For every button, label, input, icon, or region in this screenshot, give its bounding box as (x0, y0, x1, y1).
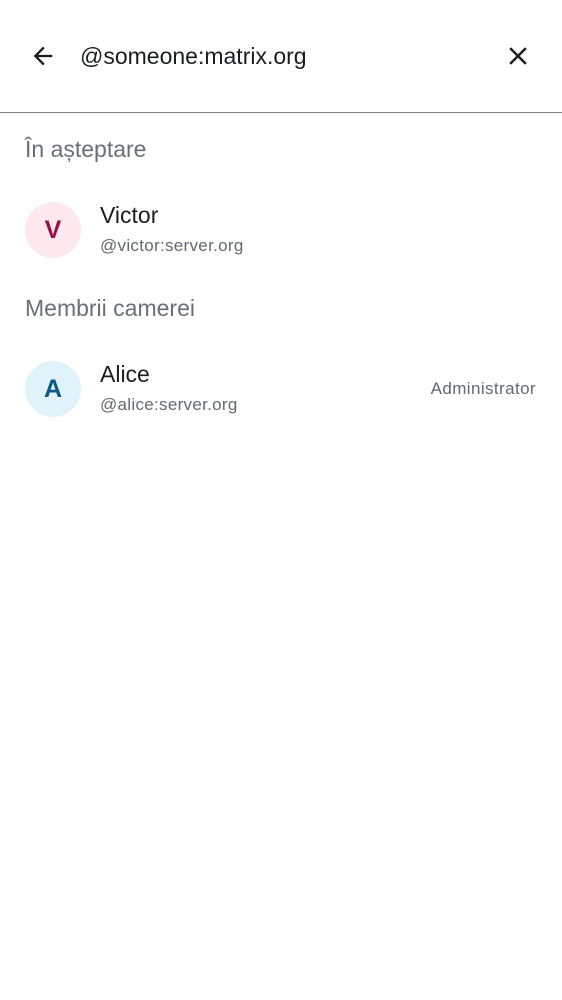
clear-search-button[interactable] (494, 32, 542, 80)
member-name: Victor (100, 202, 159, 228)
member-user-id: @alice:server.org (100, 395, 238, 414)
search-input[interactable] (80, 36, 480, 76)
member-row-alice[interactable]: A Alice @alice:server.org Administrator (0, 349, 562, 429)
member-user-id: @victor:server.org (100, 236, 244, 255)
avatar: V (25, 202, 81, 258)
search-bar (0, 0, 562, 113)
back-button[interactable] (19, 32, 67, 80)
member-name: Alice (100, 361, 150, 387)
section-header-room-members: Membrii camerei (25, 295, 195, 321)
section-header-pending: În așteptare (25, 136, 147, 162)
member-row-victor[interactable]: V Victor @victor:server.org (0, 190, 562, 270)
member-role-badge: Administrator (430, 379, 536, 398)
close-icon (509, 47, 527, 65)
arrow-left-icon (33, 46, 53, 66)
avatar: A (25, 361, 81, 417)
